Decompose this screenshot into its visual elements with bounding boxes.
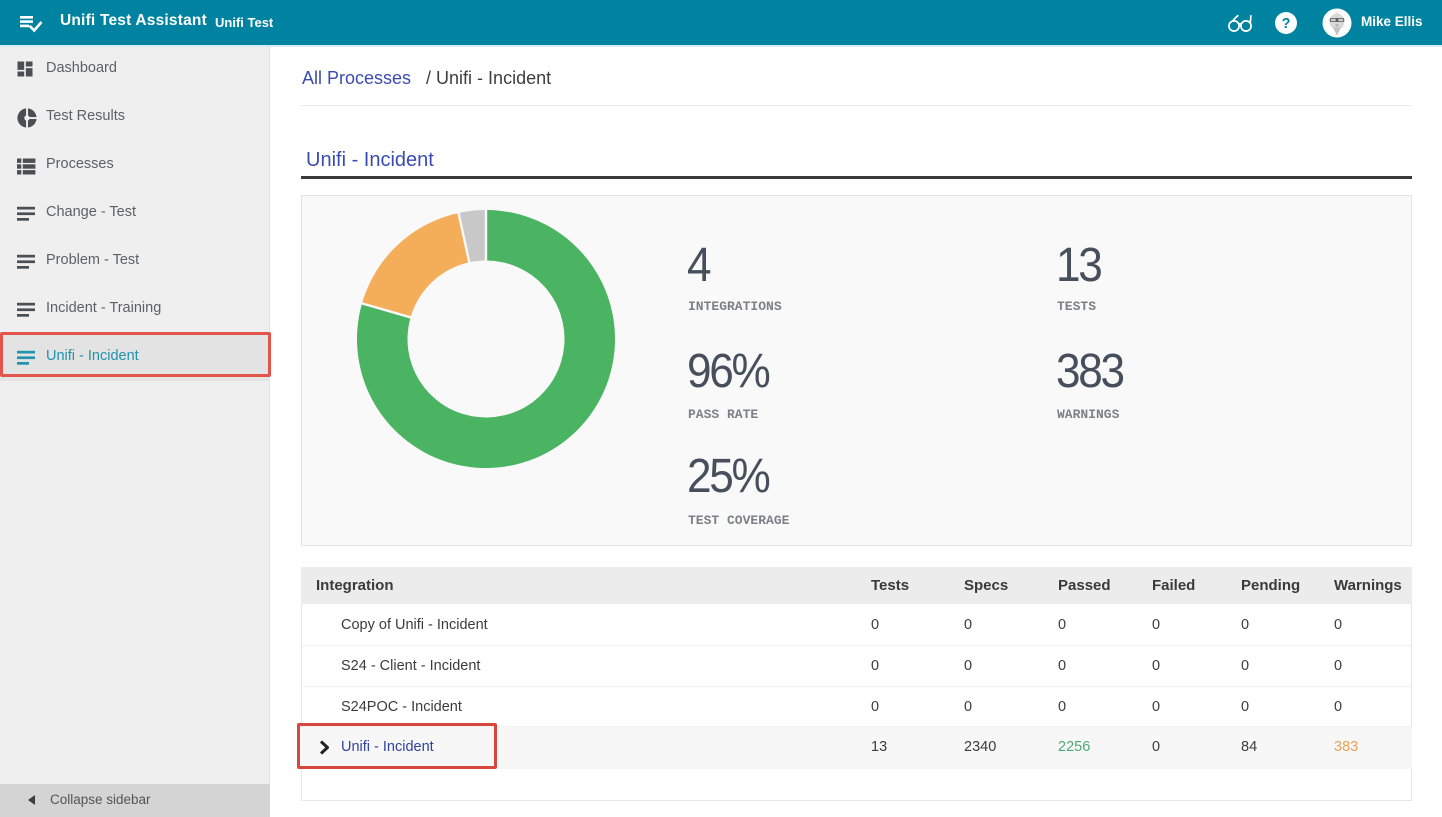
svg-text:?: ? xyxy=(1282,16,1291,32)
